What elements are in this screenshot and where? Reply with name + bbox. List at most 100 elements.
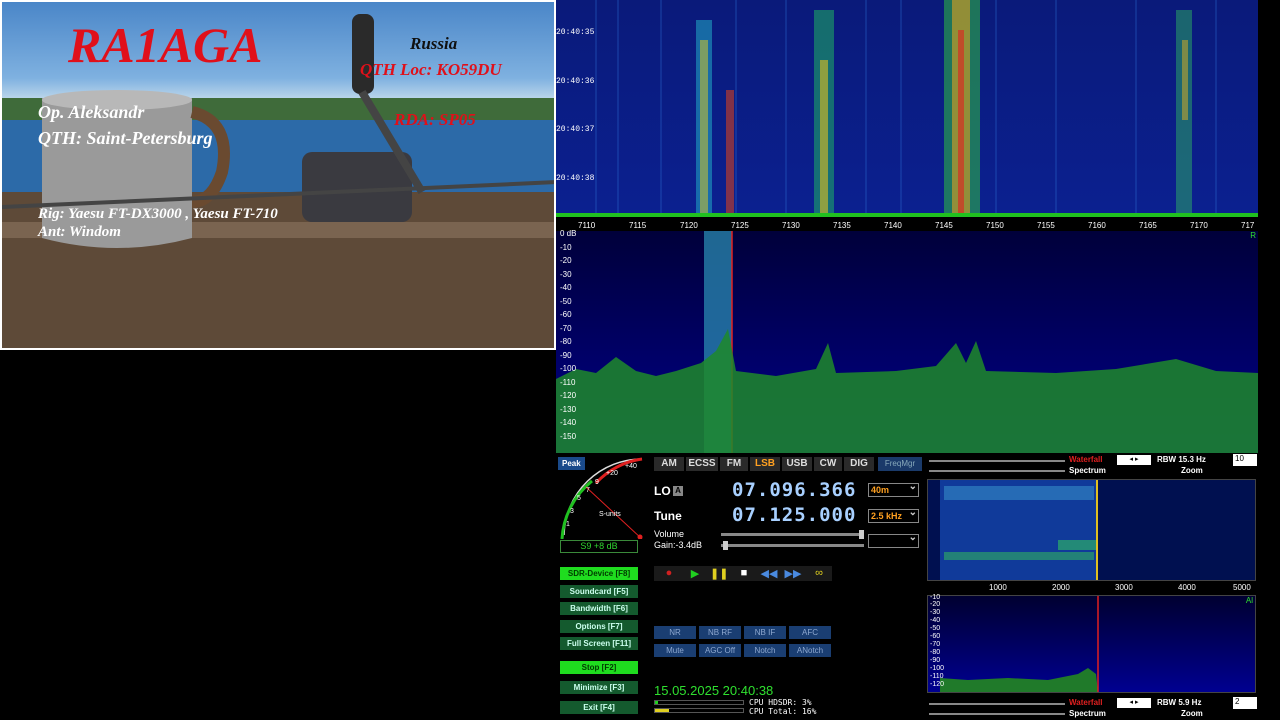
band-select[interactable]: 40m	[868, 481, 919, 497]
af-freq-tick: 3000	[1115, 583, 1133, 592]
play-icon[interactable]: ▶	[686, 567, 704, 580]
nb-rf-button[interactable]: NB RF	[699, 626, 741, 639]
af-waterfall-label: Waterfall	[1069, 698, 1103, 707]
nb-if-button[interactable]: NB IF	[744, 626, 786, 639]
qth: QTH: Saint-Petersburg	[38, 128, 213, 148]
smeter-scale: +40	[625, 463, 637, 470]
freq-tick: 7115	[629, 221, 647, 230]
af-spectrum-slider[interactable]	[929, 470, 1065, 472]
volume-slider[interactable]	[721, 530, 864, 539]
af-rbw: RBW 15.3 Hz	[1157, 455, 1206, 464]
af-avg-field[interactable]: 2	[1233, 697, 1257, 709]
mute-button[interactable]: Mute	[654, 644, 696, 657]
stop-icon[interactable]: ■	[735, 567, 753, 579]
mode-ecss-button[interactable]: ECSS	[686, 457, 718, 471]
af-freq-tick: 5000	[1233, 583, 1251, 592]
db-label: -90	[560, 351, 572, 360]
smeter-units: S-units	[599, 511, 621, 518]
db-label: 0 dB	[560, 229, 577, 238]
afc-button[interactable]: AFC	[789, 626, 831, 639]
bandwidth-button[interactable]: Bandwidth [F6]	[560, 602, 638, 615]
freq-tick: 7160	[1088, 221, 1106, 230]
options-button[interactable]: Options [F7]	[560, 620, 638, 633]
time-label: 20:40:35	[556, 28, 595, 37]
hdsdr-window: RA1AGA Russia QTH Loc: KO59DU RDA: SP05 …	[0, 0, 1280, 720]
aux-select[interactable]	[868, 532, 919, 548]
main-waterfall[interactable]: 20:40:35 20:40:36 20:40:37 20:40:38	[556, 0, 1258, 216]
mode-dig-button[interactable]: DIG	[844, 457, 874, 471]
lo-a-badge[interactable]: A	[673, 486, 683, 496]
af-speed-arrows[interactable]: ◂ ▸	[1117, 455, 1151, 465]
af-corner-label: Al	[1245, 596, 1253, 605]
af-zoom-label: Zoom	[1181, 709, 1203, 718]
gain-slider[interactable]	[721, 541, 864, 550]
cpu-bar	[654, 700, 744, 705]
freq-tick: 7170	[1190, 221, 1208, 230]
cpu-total: CPU Total: 16%	[749, 707, 817, 716]
mode-lsb-button[interactable]: LSB	[750, 457, 780, 471]
anotch-button[interactable]: ANotch	[789, 644, 831, 657]
lo-frequency[interactable]: 07.096.366	[732, 479, 856, 501]
mode-usb-button[interactable]: USB	[782, 457, 812, 471]
bandwidth-select[interactable]: 2.5 kHz	[868, 507, 919, 523]
stop-button[interactable]: Stop [F2]	[560, 661, 638, 674]
freq-tick: 7130	[782, 221, 800, 230]
rewind-icon[interactable]: ◀◀	[760, 567, 778, 580]
qth-locator: QTH Loc: KO59DU	[360, 60, 502, 79]
af-freq-tick: 4000	[1178, 583, 1196, 592]
minimize-button[interactable]: Minimize [F3]	[560, 681, 638, 694]
db-label: -110	[560, 378, 576, 387]
nr-button[interactable]: NR	[654, 626, 696, 639]
af-spectrum-slider[interactable]	[929, 713, 1065, 715]
af-frequency-scale: 1000 2000 3000 4000 5000	[927, 581, 1256, 595]
af-waterfall[interactable]	[927, 479, 1256, 581]
db-label: -30	[560, 270, 572, 279]
af-rbw: RBW 5.9 Hz	[1157, 698, 1202, 707]
af-waterfall-slider[interactable]	[929, 703, 1065, 705]
freq-tick: 7140	[884, 221, 902, 230]
freq-tick: 7110	[578, 221, 596, 230]
smeter-scale: 5	[577, 495, 581, 502]
db-label: -100	[560, 364, 577, 373]
af-freq-tick: 2000	[1052, 583, 1070, 592]
cpu-total-bar	[654, 708, 744, 713]
tune-frequency[interactable]: 07.125.000	[732, 504, 856, 526]
db-label: -120	[560, 391, 577, 400]
db-label: -60	[560, 310, 572, 319]
mode-cw-button[interactable]: CW	[814, 457, 842, 471]
control-panel: Peak 1 3 5 7 9 +20 +40 S-units S9 +8 dB …	[556, 453, 925, 720]
freq-tick: 7135	[833, 221, 851, 230]
main-spectrum[interactable]: 0 dB -10 -20 -30 -40 -50 -60 -70 -80 -90…	[556, 229, 1258, 453]
db-label: -80	[560, 337, 572, 346]
sdr-device-button[interactable]: SDR-Device [F8]	[560, 567, 638, 580]
pause-icon[interactable]: ❚❚	[710, 567, 728, 580]
record-icon[interactable]: ●	[660, 567, 678, 579]
fast-forward-icon[interactable]: ▶▶	[784, 567, 802, 580]
freq-tick: 7125	[731, 221, 749, 230]
db-label: -130	[560, 405, 577, 414]
agc-button[interactable]: AGC Off	[699, 644, 741, 657]
freq-manager-button[interactable]: FreqMgr	[878, 457, 922, 471]
full-screen-button[interactable]: Full Screen [F11]	[560, 637, 638, 650]
af-waterfall-slider[interactable]	[929, 460, 1065, 462]
af-spectrum[interactable]: -10 -20 -30 -40 -50 -60 -70 -80 -90 -100…	[927, 594, 1256, 693]
af-speed-arrows[interactable]: ◂ ▸	[1117, 698, 1151, 708]
af-db-label: -10	[930, 594, 941, 601]
loop-icon[interactable]: ∞	[808, 567, 830, 579]
mode-fm-button[interactable]: FM	[720, 457, 748, 471]
smeter-scale: +20	[606, 470, 618, 477]
notch-button[interactable]: Notch	[744, 644, 786, 657]
af-db-label: -90	[930, 657, 941, 664]
smeter-scale: 1	[566, 521, 570, 528]
af-spectrum-label: Spectrum	[1069, 466, 1106, 475]
frequency-scale[interactable]: 7110 7115 7120 7125 7130 7135 7140 7145 …	[556, 213, 1258, 231]
station-card: RA1AGA Russia QTH Loc: KO59DU RDA: SP05 …	[0, 0, 556, 350]
tune-label: Tune	[654, 509, 682, 523]
mode-am-button[interactable]: AM	[654, 457, 684, 471]
af-avg-field[interactable]: 10	[1233, 454, 1257, 466]
freq-tick: 7145	[935, 221, 953, 230]
smeter-scale: 3	[570, 508, 574, 515]
exit-button[interactable]: Exit [F4]	[560, 701, 638, 714]
db-label: -20	[560, 256, 572, 265]
soundcard-button[interactable]: Soundcard [F5]	[560, 585, 638, 598]
